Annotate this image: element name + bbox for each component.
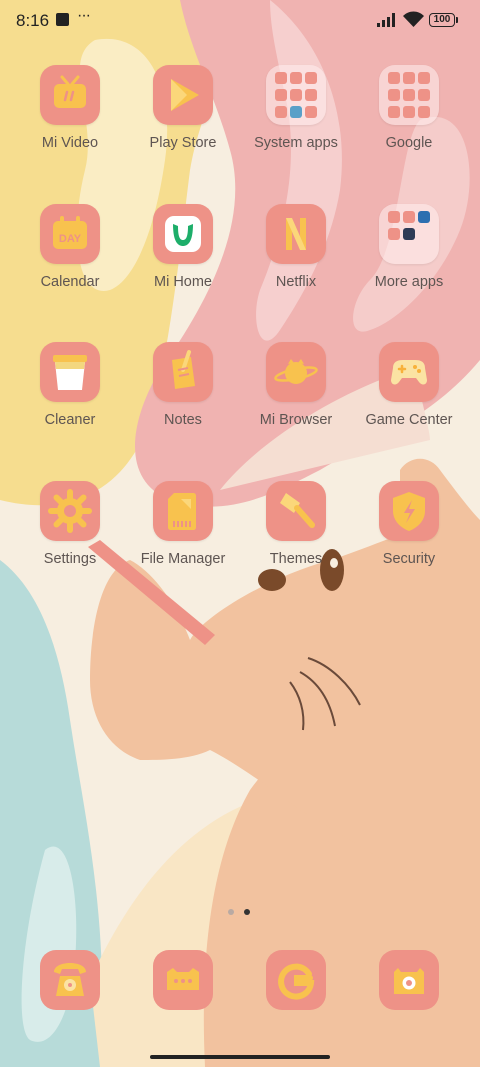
google-g-icon (266, 950, 326, 1010)
sd-card-icon (153, 481, 213, 541)
shield-icon (379, 481, 439, 541)
app-label: Game Center (365, 412, 453, 428)
battery-nub (456, 17, 458, 23)
home-indicator[interactable] (150, 1055, 330, 1059)
gamepad-icon (379, 342, 439, 402)
mi-home-icon (153, 204, 213, 264)
page-dot-2-active[interactable] (244, 909, 250, 915)
dock-phone[interactable] (40, 950, 100, 1010)
app-label: More apps (374, 274, 444, 290)
app-label: Settings (43, 551, 97, 567)
calendar-icon-text: DAY (59, 233, 82, 245)
app-label: System apps (254, 135, 338, 151)
brush-icon (266, 481, 326, 541)
app-label: File Manager (140, 551, 226, 567)
folder-icon (379, 65, 439, 125)
app-label: Calendar (40, 274, 100, 290)
play-store-icon (153, 65, 213, 125)
telephone-icon (40, 950, 100, 1010)
app-label: Notes (164, 412, 202, 428)
battery-icon: 100 (429, 13, 455, 27)
notes-icon (153, 342, 213, 402)
dock-camera[interactable] (379, 950, 439, 1010)
wifi-icon (403, 11, 424, 27)
more-notifications-icon: ··· (77, 7, 91, 24)
status-bar: 8:16 ··· 100 (0, 0, 480, 42)
dock-messages[interactable] (153, 950, 213, 1010)
app-label: Mi Browser (259, 412, 333, 428)
folder-icon (379, 204, 439, 264)
tv-icon (40, 65, 100, 125)
app-label: Security (382, 551, 436, 567)
gear-icon (40, 481, 100, 541)
notification-square-icon (56, 13, 69, 26)
signal-icon (377, 13, 395, 27)
app-label: Mi Video (41, 135, 99, 151)
trash-bin-icon (40, 342, 100, 402)
app-label: Themes (269, 551, 323, 567)
app-label: Cleaner (44, 412, 96, 428)
folder-icon (266, 65, 326, 125)
netflix-icon (266, 204, 326, 264)
page-dot-1[interactable] (228, 909, 234, 915)
status-time: 8:16 (16, 11, 50, 30)
calendar-icon: DAY (40, 204, 100, 264)
app-label: Netflix (275, 274, 317, 290)
app-label: Google (385, 135, 433, 151)
app-label: Play Store (149, 135, 217, 151)
app-label: Mi Home (153, 274, 212, 290)
dock-google[interactable] (266, 950, 326, 1010)
planet-icon (266, 342, 326, 402)
camera-icon (379, 950, 439, 1010)
message-icon (153, 950, 213, 1010)
